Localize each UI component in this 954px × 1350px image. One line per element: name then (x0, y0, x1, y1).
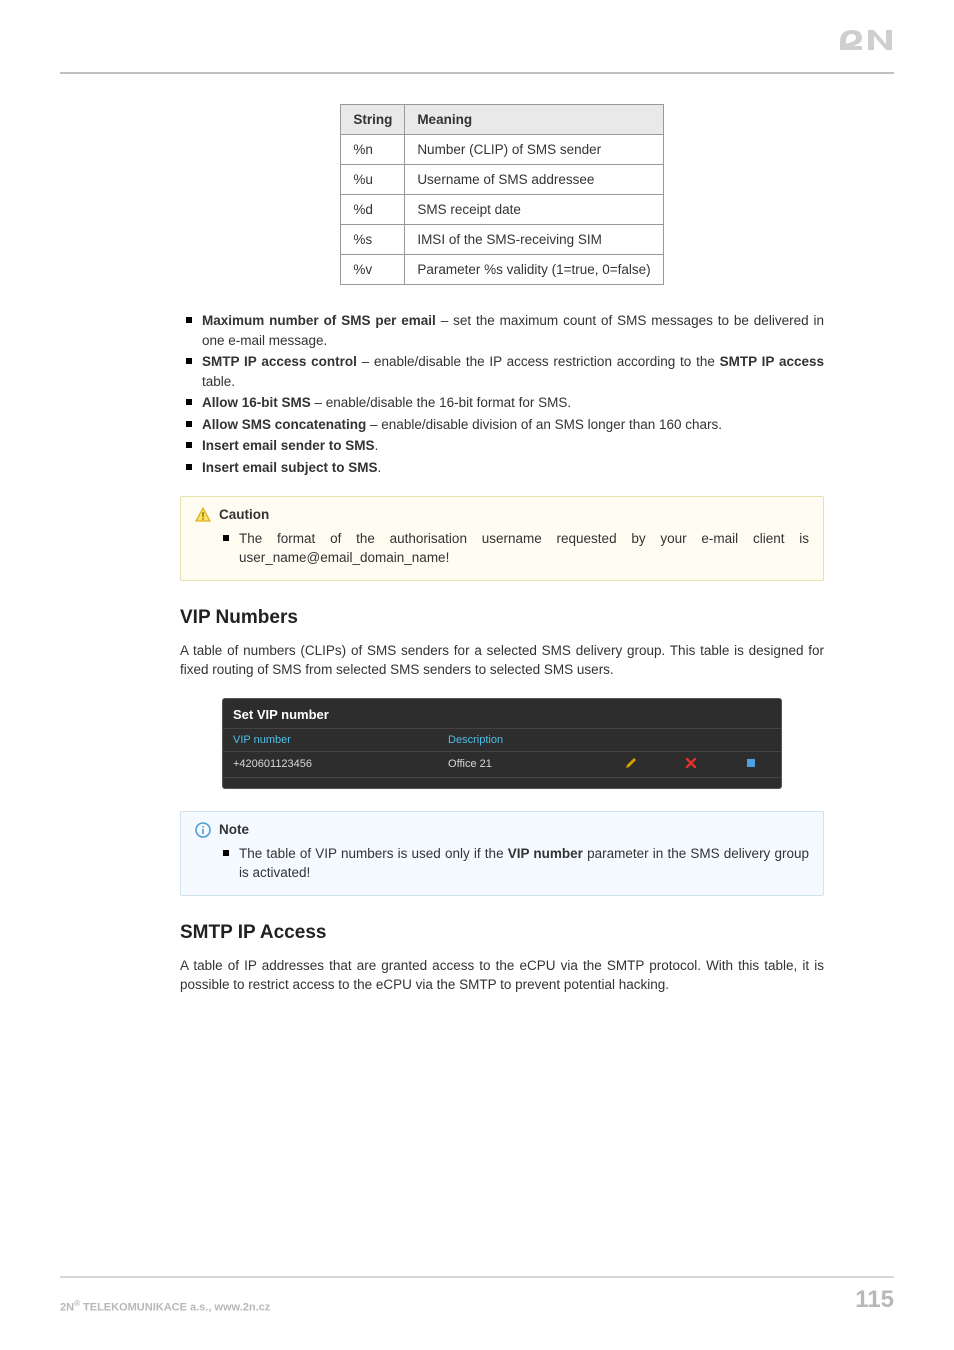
cell: SMS receipt date (405, 195, 663, 225)
cell: Number (CLIP) of SMS sender (405, 135, 663, 165)
note-bold: VIP number (508, 846, 583, 861)
stop-button[interactable] (721, 751, 781, 777)
delete-button[interactable] (661, 751, 721, 777)
param-desc: – enable/disable the IP access restricti… (357, 354, 720, 369)
vip-numbers-heading: VIP Numbers (180, 607, 824, 629)
pencil-icon (625, 757, 637, 769)
vip-numbers-para: A table of numbers (CLIPs) of SMS sender… (180, 641, 824, 680)
page-footer: 2N® TELEKOMUNIKACE a.s., www.2n.cz 115 (60, 1276, 894, 1314)
cell: %n (341, 135, 405, 165)
list-item: Allow SMS concatenating – enable/disable… (180, 415, 824, 435)
cell: %d (341, 195, 405, 225)
parameter-list: Maximum number of SMS per email – set th… (180, 311, 824, 478)
cell: Parameter %s validity (1=true, 0=false) (405, 255, 663, 285)
callout-header: Note (195, 822, 809, 838)
string-meaning-table: String Meaning %nNumber (CLIP) of SMS se… (340, 104, 663, 285)
note-callout: Note The table of VIP numbers is used on… (180, 811, 824, 896)
footer-url: TELEKOMUNIKACE a.s., www.2n.cz (80, 1302, 270, 1314)
param-name: Insert email subject to SMS (202, 460, 378, 475)
vip-number-widget: Set VIP number VIP number Description +4… (222, 698, 782, 789)
caution-callout: Caution The format of the authorisation … (180, 496, 824, 581)
param-desc: . (378, 460, 382, 475)
cell: Username of SMS addressee (405, 165, 663, 195)
info-icon (195, 822, 211, 838)
table-header-meaning: Meaning (405, 105, 663, 135)
square-icon (745, 757, 757, 769)
list-item: Insert email sender to SMS. (180, 436, 824, 456)
vip-col-number: VIP number (223, 729, 438, 752)
list-item: Maximum number of SMS per email – set th… (180, 311, 824, 350)
table-row: %vParameter %s validity (1=true, 0=false… (341, 255, 663, 285)
smtp-ip-access-para: A table of IP addresses that are granted… (180, 956, 824, 995)
cell: %u (341, 165, 405, 195)
vip-widget-title: Set VIP number (223, 699, 781, 729)
brand-logo (838, 20, 894, 63)
param-name-inline: SMTP IP access (720, 354, 824, 369)
list-item: Insert email subject to SMS. (180, 458, 824, 478)
param-name: SMTP IP access control (202, 354, 357, 369)
callout-item: The format of the authorisation username… (223, 529, 809, 568)
param-name: Allow 16-bit SMS (202, 395, 311, 410)
callout-title: Caution (219, 507, 269, 522)
document-page: String Meaning %nNumber (CLIP) of SMS se… (0, 0, 954, 1350)
list-item: SMTP IP access control – enable/disable … (180, 352, 824, 391)
header-rule (60, 72, 894, 74)
warning-icon (195, 507, 211, 523)
x-icon (685, 757, 697, 769)
footer-company: 2N® TELEKOMUNIKACE a.s., www.2n.cz (60, 1299, 270, 1314)
param-desc: – enable/disable the 16-bit format for S… (311, 395, 571, 410)
main-content: String Meaning %nNumber (CLIP) of SMS se… (180, 104, 824, 1013)
callout-header: Caution (195, 507, 809, 523)
footer-brand: 2N (60, 1302, 74, 1314)
callout-title: Note (219, 822, 249, 837)
table-row: %dSMS receipt date (341, 195, 663, 225)
param-desc: table. (202, 374, 235, 389)
param-name: Allow SMS concatenating (202, 417, 366, 432)
param-desc: . (375, 438, 379, 453)
cell: %s (341, 225, 405, 255)
vip-desc-cell: Office 21 (438, 751, 601, 777)
page-number: 115 (855, 1286, 894, 1314)
param-name: Maximum number of SMS per email (202, 313, 436, 328)
cell: %v (341, 255, 405, 285)
cell: IMSI of the SMS-receiving SIM (405, 225, 663, 255)
callout-item: The table of VIP numbers is used only if… (223, 844, 809, 883)
table-row: %nNumber (CLIP) of SMS sender (341, 135, 663, 165)
param-desc: – enable/disable division of an SMS long… (366, 417, 722, 432)
param-name: Insert email sender to SMS (202, 438, 375, 453)
vip-number-cell: +420601123456 (223, 751, 438, 777)
table-row: %sIMSI of the SMS-receiving SIM (341, 225, 663, 255)
vip-row: +420601123456 Office 21 (223, 751, 781, 777)
edit-button[interactable] (601, 751, 661, 777)
table-row: %uUsername of SMS addressee (341, 165, 663, 195)
note-text: The table of VIP numbers is used only if… (239, 846, 508, 861)
vip-col-description: Description (438, 729, 601, 752)
table-header-string: String (341, 105, 405, 135)
smtp-ip-access-heading: SMTP IP Access (180, 922, 824, 944)
list-item: Allow 16-bit SMS – enable/disable the 16… (180, 393, 824, 413)
